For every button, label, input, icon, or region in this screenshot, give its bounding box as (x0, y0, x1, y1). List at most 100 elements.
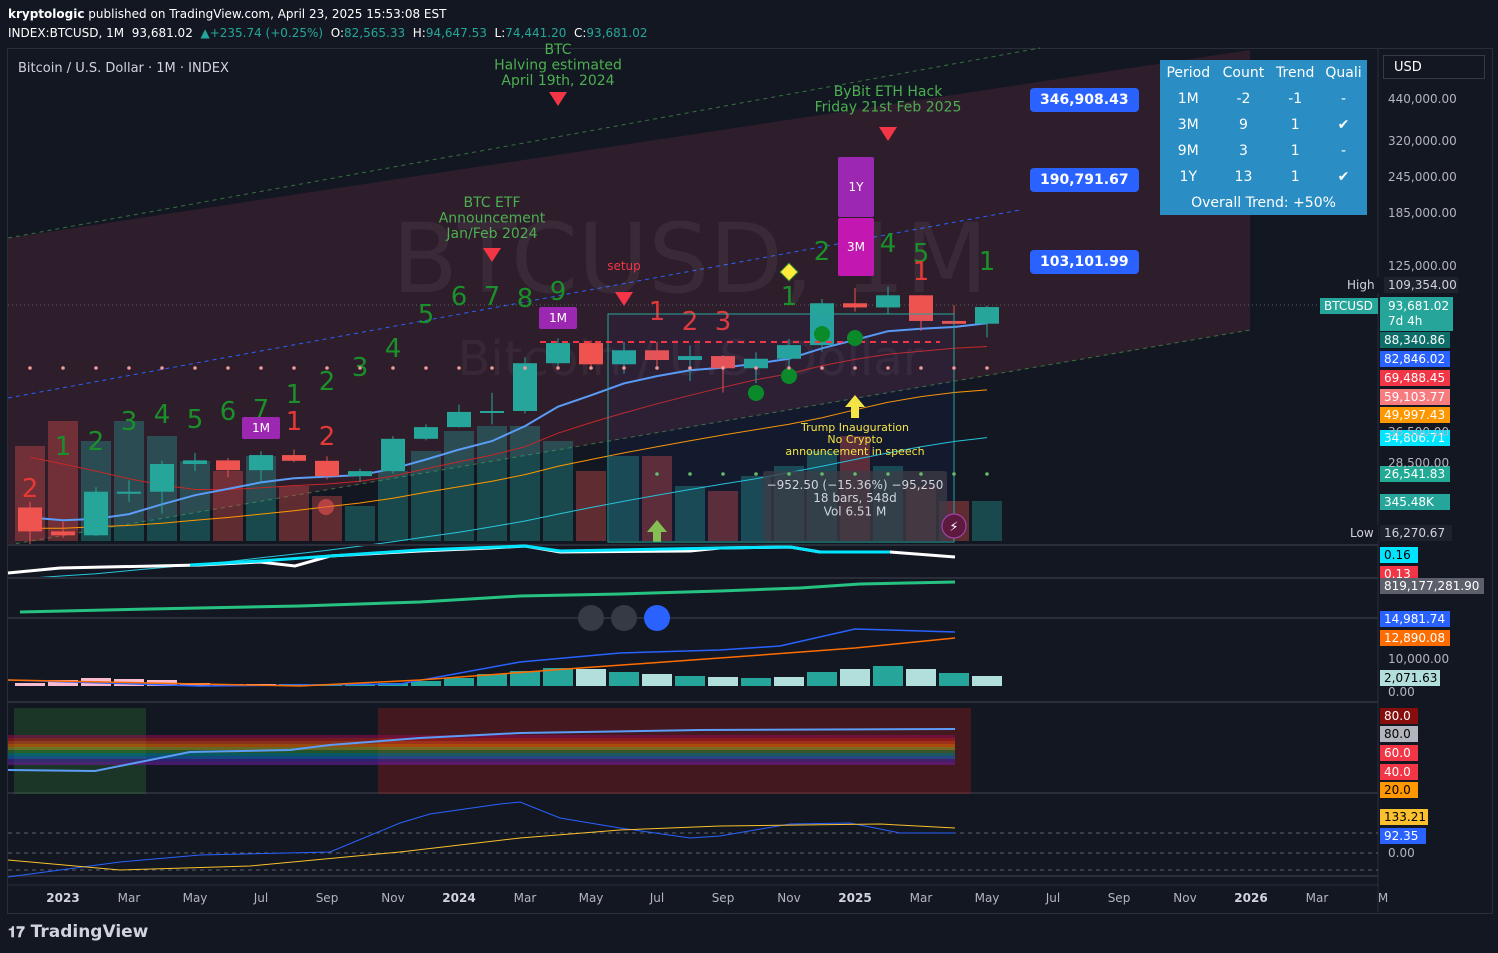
price-tick: 125,000.00 (1388, 259, 1457, 273)
volume-bar (180, 461, 210, 541)
target-callout-3[interactable]: 103,101.99 (1030, 250, 1139, 274)
time-tick: Sep (712, 891, 735, 905)
signal-dot (748, 385, 764, 401)
pivot-dot (754, 472, 758, 476)
pivot-dot (28, 366, 32, 370)
pivot-dot (523, 366, 527, 370)
obv-marker-dot (578, 605, 604, 631)
candle-body (117, 491, 141, 494)
candle-body (348, 471, 372, 477)
td-count-green: 6 (451, 282, 468, 312)
pivot-dot (193, 366, 197, 370)
candle-body (381, 438, 405, 472)
measure-label: Vol 6.51 M (824, 504, 887, 518)
pivot-dot (688, 366, 692, 370)
pivot-dot (721, 366, 725, 370)
volume-bar (543, 441, 573, 541)
td-count-green: 2 (88, 427, 105, 457)
volume-ma-bar (15, 683, 45, 686)
td-count-red: 2 (22, 474, 39, 504)
td-count-green: 2 (319, 367, 336, 397)
annotation-setup: setup (607, 259, 641, 273)
volume-ma-bar (972, 676, 1002, 686)
volume-ma-bar (576, 669, 606, 686)
signal-dot (814, 326, 830, 342)
time-tick: May (183, 891, 208, 905)
osc-blue-line (7, 801, 955, 878)
price-tick: 36,500.00 (1388, 425, 1449, 439)
pane-value-pill: 2,071.63 (1384, 671, 1437, 685)
volume-ma-bar (774, 677, 804, 686)
candle-body (183, 460, 207, 465)
candle-body (579, 343, 603, 365)
time-tick: Nov (381, 891, 404, 905)
currency-selector[interactable]: USD (1383, 55, 1485, 79)
annotation-halving: April 19th, 2024 (501, 73, 614, 89)
target-callout-2[interactable]: 190,791.67 (1030, 168, 1139, 192)
volume-ma-bar (906, 669, 936, 686)
td-count-green: 4 (154, 400, 171, 430)
obv-marker-dot (611, 605, 637, 631)
volume-ma-bar (741, 678, 771, 686)
level-pill: 82,846.02 (1384, 352, 1445, 366)
heat-band (8, 762, 955, 765)
quality-table: Period Count Trend Quali 1M -2 -1- 3M 9 1 ✔ 9M 3 1… (1160, 60, 1367, 215)
candle-body (546, 343, 570, 364)
heat-band (8, 738, 955, 741)
time-tick: Mar (910, 891, 933, 905)
time-tick: 2023 (46, 891, 79, 905)
volume-ma-bar (675, 676, 705, 686)
candle-body (447, 411, 471, 428)
candle-body (150, 464, 174, 492)
candle-body (84, 491, 108, 536)
heat-band (8, 750, 955, 753)
pivot-dot (886, 472, 890, 476)
price-tick: 185,000.00 (1388, 206, 1457, 220)
volume-bar (279, 486, 309, 541)
bubble-1y: 1Y (849, 180, 865, 194)
candle-body (216, 460, 240, 471)
pivot-dot (919, 366, 923, 370)
heat-band (8, 744, 955, 747)
target-callout-1[interactable]: 346,908.43 (1030, 88, 1139, 112)
pivot-dot (787, 472, 791, 476)
pivot-dot (556, 366, 560, 370)
osc-yellow-line (7, 823, 956, 871)
tradingview-icon: 𝟏𝟕 (8, 923, 25, 941)
level-pill: 69,488.45 (1384, 371, 1445, 385)
pane-value-pill: 40.0 (1384, 765, 1411, 779)
pane-value-pill: 80.0 (1384, 727, 1411, 741)
time-tick: Jul (1045, 891, 1060, 905)
pivot-dot (160, 366, 164, 370)
pivot-dot (490, 366, 494, 370)
td-count-red: 1 (913, 257, 930, 287)
volume-bar (213, 471, 243, 541)
signal-dot (847, 330, 863, 346)
pivot-dot (787, 366, 791, 370)
price-tick: 440,000.00 (1388, 92, 1457, 106)
heat-band (8, 756, 955, 759)
volume-ma-bar (444, 678, 474, 686)
time-tick: 2024 (442, 891, 475, 905)
pivot-dot (424, 366, 428, 370)
volume-ma-bar (609, 672, 639, 686)
volume-ma-bar (840, 669, 870, 686)
measure-label: 18 bars, 548d (813, 491, 896, 505)
signal-dot (318, 499, 334, 515)
candle-body (513, 363, 537, 411)
td-count-green: 3 (121, 407, 138, 437)
volume-bar (411, 451, 441, 541)
oscillator-cyan-line (189, 544, 890, 567)
level-pill: 49,997.43 (1384, 408, 1445, 422)
pivot-dot (688, 472, 692, 476)
volume-bar (378, 471, 408, 541)
high-value: 109,354.00 (1388, 278, 1457, 292)
time-tick: Mar (1306, 891, 1329, 905)
tradingview-logo[interactable]: 𝟏𝟕 TradingView (8, 922, 148, 942)
pivot-dot (985, 472, 989, 476)
pivot-dot (952, 472, 956, 476)
candle-body (249, 455, 273, 471)
pivot-dot (820, 366, 824, 370)
pivot-dot (259, 366, 263, 370)
td-count-green: 1 (979, 247, 996, 277)
